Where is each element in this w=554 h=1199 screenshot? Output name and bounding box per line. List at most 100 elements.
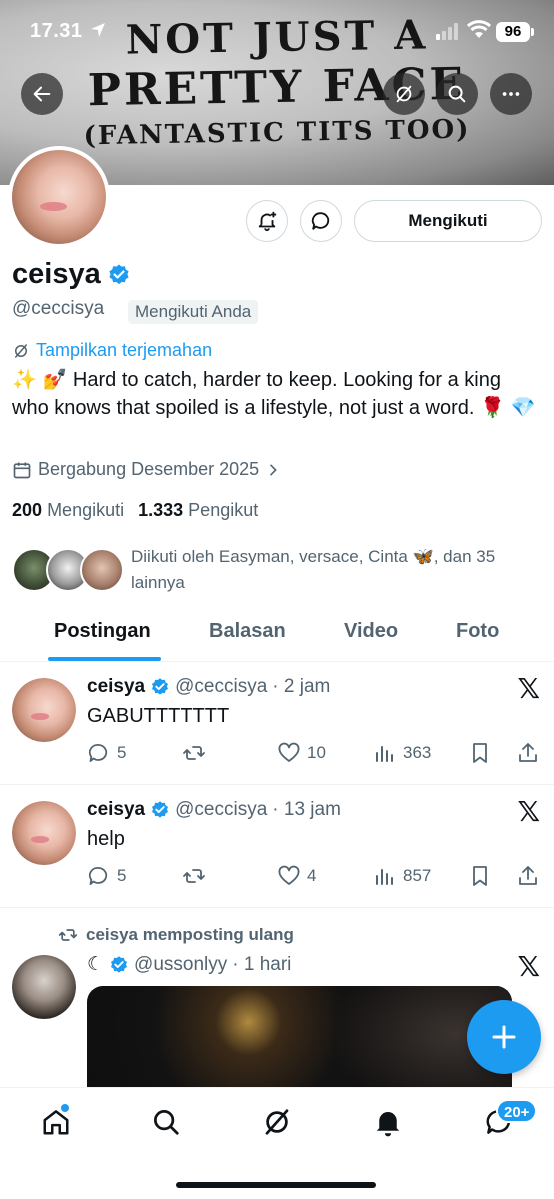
grok-icon xyxy=(396,85,412,103)
tab-photos[interactable]: Foto xyxy=(456,620,499,643)
post-author-name[interactable]: ceisya xyxy=(87,676,145,698)
bookmark-button[interactable] xyxy=(468,741,492,765)
followers-stat[interactable]: 1.333 Pengikut xyxy=(138,500,258,521)
heart-icon xyxy=(278,865,300,885)
profile-name: ceisya xyxy=(12,258,101,290)
tab-posts[interactable]: Postingan xyxy=(54,620,151,643)
views-icon xyxy=(376,746,393,762)
view-count: 363 xyxy=(403,743,432,762)
battery-indicator: 96 xyxy=(496,22,534,42)
x-logo-icon: 𝕏 xyxy=(517,795,540,828)
like-button[interactable]: 4 xyxy=(277,864,316,888)
tab-video[interactable]: Video xyxy=(344,620,398,643)
back-button[interactable] xyxy=(21,73,63,115)
profile-handle: @ceccisya xyxy=(12,298,105,319)
banner-text-line3: (FANTASTIC TITS TOO) xyxy=(83,114,471,152)
post-avatar[interactable] xyxy=(12,801,76,865)
profile-bio: ✨ 💅 Hard to catch, harder to keep. Looki… xyxy=(12,369,536,419)
repost-button[interactable] xyxy=(182,741,212,765)
translate-link[interactable]: Tampilkan terjemahan xyxy=(12,340,212,361)
views-button[interactable]: 857 xyxy=(373,864,431,888)
reply-count: 5 xyxy=(117,866,127,885)
post-author-handle: @ceccisya xyxy=(175,799,268,820)
like-count: 10 xyxy=(307,743,326,762)
x-logo-icon: 𝕏 xyxy=(517,672,540,705)
post-item[interactable]: ceisya @ceccisya · 13 jam 𝕏 help 5 4 857 xyxy=(0,785,554,908)
chevron-right-icon xyxy=(270,464,277,475)
following-button[interactable]: Mengikuti xyxy=(354,200,542,242)
profile-avatar[interactable] xyxy=(8,146,110,248)
more-button[interactable] xyxy=(490,73,532,115)
location-arrow-icon xyxy=(90,22,106,43)
bookmark-icon xyxy=(473,743,487,763)
compose-button[interactable] xyxy=(467,1000,541,1074)
like-count: 4 xyxy=(307,866,317,885)
post-avatar[interactable] xyxy=(12,955,76,1019)
status-time: 17.31 xyxy=(30,20,83,42)
search-button[interactable] xyxy=(436,73,478,115)
repost-icon xyxy=(183,746,205,760)
repost-label-text: ceisya memposting ulang xyxy=(86,925,294,944)
like-button[interactable]: 10 xyxy=(277,741,326,765)
post-text: GABUTTTTTTT xyxy=(87,705,230,727)
nav-grok[interactable] xyxy=(259,1104,295,1140)
messages-badge: 20+ xyxy=(496,1099,538,1123)
home-unread-dot xyxy=(61,1104,69,1112)
followers-label: Pengikut xyxy=(188,500,259,520)
tab-replies[interactable]: Balasan xyxy=(209,620,286,643)
followed-by-preview[interactable]: Diikuti oleh Easyman, versace, Cinta 🦋, … xyxy=(12,544,552,600)
search-icon xyxy=(448,85,466,103)
joined-date[interactable]: Bergabung Desember 2025 xyxy=(12,459,281,480)
heart-icon xyxy=(278,742,300,762)
bookmark-button[interactable] xyxy=(468,864,492,888)
post-header: ☾ @ussonlyy · 1 hari xyxy=(87,953,291,976)
post-author-handle: @ceccisya xyxy=(175,676,268,697)
post-avatar[interactable] xyxy=(12,678,76,742)
grok-button[interactable] xyxy=(383,73,425,115)
joined-label: Bergabung Desember 2025 xyxy=(38,459,260,479)
share-button[interactable] xyxy=(516,741,540,765)
post-author-name[interactable]: ☾ xyxy=(87,953,104,976)
post-author-name[interactable]: ceisya xyxy=(87,799,145,821)
repost-button[interactable] xyxy=(182,864,212,888)
verified-badge-icon xyxy=(111,955,128,973)
search-icon xyxy=(154,1110,179,1135)
bell-plus-icon xyxy=(258,211,277,232)
following-count: 200 xyxy=(12,500,43,520)
plus-icon xyxy=(492,1025,516,1049)
home-indicator xyxy=(176,1182,376,1188)
follower-avatar-3 xyxy=(80,548,124,592)
share-button[interactable] xyxy=(516,864,540,888)
back-arrow-icon xyxy=(33,86,51,102)
view-count: 857 xyxy=(403,866,432,885)
following-stat[interactable]: 200 Mengikuti xyxy=(12,500,124,521)
bell-icon xyxy=(376,1112,400,1137)
translate-label: Tampilkan terjemahan xyxy=(36,340,213,360)
notify-button[interactable] xyxy=(246,200,288,242)
active-tab-indicator xyxy=(48,657,161,661)
message-button[interactable] xyxy=(300,200,342,242)
repost-label[interactable]: ceisya memposting ulang xyxy=(58,925,294,945)
calendar-icon xyxy=(13,462,31,478)
views-icon xyxy=(376,869,393,885)
post-text: help xyxy=(87,828,125,850)
nav-search[interactable] xyxy=(148,1104,184,1140)
reply-button[interactable]: 5 xyxy=(87,741,126,765)
post-time: · 1 hari xyxy=(232,953,292,975)
nav-notifications[interactable] xyxy=(370,1104,406,1140)
post-actions: 5 4 857 xyxy=(87,864,542,890)
views-button[interactable]: 363 xyxy=(373,741,431,765)
cellular-signal-icon xyxy=(436,22,462,40)
verified-badge-icon xyxy=(152,678,169,695)
reply-button[interactable]: 5 xyxy=(87,864,126,888)
post-item[interactable]: ceisya @ceccisya · 2 jam 𝕏 GABUTTTTTTT 5… xyxy=(0,662,554,785)
post-time: · 13 jam xyxy=(272,799,341,820)
bookmark-icon xyxy=(473,866,487,886)
grok-translate-icon xyxy=(15,343,27,358)
followers-count: 1.333 xyxy=(138,500,184,520)
chat-bubble-icon xyxy=(311,212,330,230)
verified-badge-icon[interactable] xyxy=(107,263,131,287)
post-author-handle: @ussonlyy xyxy=(134,953,228,975)
repost-icon xyxy=(58,929,78,941)
grok-icon xyxy=(265,1109,289,1135)
